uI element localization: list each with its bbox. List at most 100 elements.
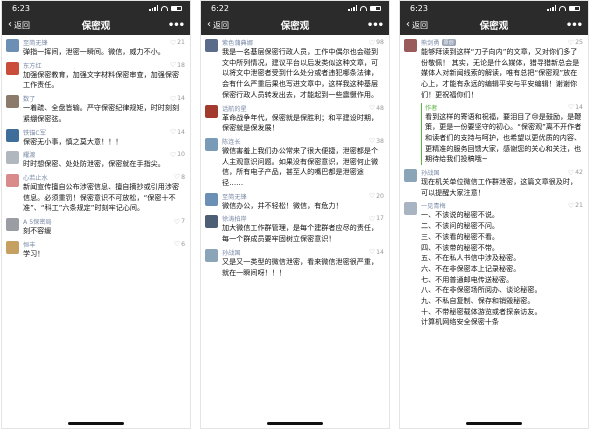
like-count: 8 [181,173,185,181]
avatar[interactable] [404,202,417,216]
wifi-icon [161,5,168,11]
avatar[interactable] [6,95,19,109]
like-button[interactable]: ♡ 10 [170,151,185,159]
chevron-left-icon: ‹ [406,19,410,30]
like-button[interactable]: ♡ 48 [369,104,384,112]
like-button[interactable]: ♡ 20 [369,192,384,200]
reply-text: 看到这样的寄语和祝福，要泪目了😢是鼓励，是鞭策，更是一份要坚守的初心。“保密观”… [425,111,582,164]
avatar[interactable] [6,61,19,75]
comment-body: 至简无锋 ♡ 20 微信办公，并不轻松！微信，有危力！ [222,192,384,212]
like-count: 98 [376,39,384,46]
like-button[interactable]: ♡ 21 [568,202,583,210]
comment-header: 一见青梅 ♡ 21 [421,201,583,211]
comment-item: 熊剑勇 原创 ♡ 25 能够拜读到这样“刀子向内”的文章，又对你们多了份敬佩！ 其实，无… [404,35,583,166]
wifi-icon [559,5,566,11]
commenter-name[interactable]: 紫色蒲典娜 [222,38,253,47]
more-options-button[interactable]: ••• [367,20,384,31]
comment-item: 孙战国 ♡ 42 现在机关单位微信工作群泄密，这篇文章很及时，可以提醒大家注意！ [404,165,583,198]
like-button[interactable]: ♡ 8 [174,173,185,181]
status-bar: 6:23 [2,1,190,15]
avatar[interactable] [6,173,19,187]
avatar[interactable] [6,151,19,165]
commenter-name[interactable]: A 5保密局 [23,217,52,226]
avatar[interactable] [205,192,218,206]
like-button[interactable]: ♡ 18 [170,61,185,69]
commenter-name[interactable]: 孙战国 [222,248,241,257]
avatar[interactable] [205,137,218,151]
like-button[interactable]: ♡ 6 [174,240,185,248]
commenter-name[interactable]: 徐涛拍岸 [222,214,247,223]
more-options-button[interactable]: ••• [566,20,583,31]
author-reply: 作者 ♡ 14 看到这样的寄语和祝福，要泪目了😢是鼓励，是鞭策，更是一份要坚守的初心。… [421,102,583,166]
comment-header: 徐涛拍岸 ♡ 17 [222,214,384,224]
commenter-name[interactable]: 熊剑勇 [421,38,440,47]
page-title: 保密观 [479,21,509,32]
comment-item: A 5保密局 ♡ 7 刻不容缓 [6,214,185,237]
status-icons [547,5,580,11]
like-count: 14 [376,248,384,256]
comment-text: 一、不该说的秘密不说。 二、不该问的秘密不问。 三、不该看的秘密不看。 四、不该… [421,210,542,327]
comment-item: 孙战国 ♡ 14 又是又一类型的微信泄密，看来微信泄密很严重，就在一瞬间呀！！！ [205,245,384,278]
like-button[interactable]: ♡ 17 [369,215,384,223]
avatar[interactable] [6,240,19,254]
like-button[interactable]: ♡ 21 [170,39,185,47]
like-button[interactable]: ♡ 14 [170,128,185,136]
like-button[interactable]: ♡ 98 [369,39,384,47]
like-count: 48 [376,104,384,112]
like-button[interactable]: ♡ 7 [174,218,185,226]
heart-icon: ♡ [567,103,575,112]
avatar[interactable] [404,39,417,52]
back-button[interactable]: ‹ 返回 [207,20,229,31]
commenter-name[interactable]: 话航的星 [222,104,247,113]
comment-body: 至简无锋 ♡ 21 弹指一挥间，泄密一瞬间。微信，威力不小。 [23,38,185,58]
like-button[interactable]: ♡ 14 [369,248,384,256]
commenter-name[interactable]: 东方红 [23,61,42,70]
avatar[interactable] [6,39,19,52]
comment-text: 时时想保密、处处防泄密，保密就在手指尖。 [23,159,165,169]
heart-icon: ♡ [368,192,376,201]
heart-icon: ♡ [567,168,575,177]
commenter-name[interactable]: 铁锚C军 [23,128,46,137]
avatar[interactable] [205,39,218,52]
avatar[interactable] [205,248,218,262]
back-button[interactable]: ‹ 返回 [8,20,30,31]
chevron-left-icon: ‹ [207,19,211,30]
commenter-name[interactable]: 孙战国 [421,168,440,177]
comment-body: 孙战国 ♡ 42 现在机关单位微信工作群泄密，这篇文章很及时，可以提醒大家注意！ [421,168,583,198]
comment-header: 恒丰 ♡ 6 [23,240,185,249]
commenter-name[interactable]: 一见青梅 [421,201,446,210]
battery-icon [569,5,580,11]
comment-body: 话航的星 ♡ 48 革命战争年代，保密就是保胜利；和平建设时期，保密就是保发展！ [222,104,384,134]
commenter-name[interactable]: 至简无锋 [23,38,48,47]
avatar[interactable] [205,215,218,229]
commenter-name[interactable]: 陈连长 [222,137,241,146]
avatar[interactable] [404,169,417,183]
comment-header: 孙战国 ♡ 42 [421,168,583,178]
comment-text: 保密无小事，慎之莫大意！！！ [23,136,123,146]
more-options-button[interactable]: ••• [168,20,185,31]
comment-item: 一见青梅 ♡ 21 一、不该说的秘密不说。 二、不该问的秘密不问。 三、不该看的秘密不… [404,198,583,328]
avatar[interactable] [6,128,19,142]
comment-item: 至简无锋 ♡ 21 弹指一挥间，泄密一瞬间。微信，威力不小。 [6,35,185,58]
avatar[interactable] [6,218,19,232]
commenter-name[interactable]: 恒丰 [23,240,35,249]
avatar[interactable] [205,104,218,118]
comment-item: 东方红 ♡ 18 加强保密教育，加强文字材料保密审查，加强保密工作责任。 [6,58,185,91]
comment-item: 话航的星 ♡ 48 革命战争年代，保密就是保胜利；和平建设时期，保密就是保发展！ [205,101,384,134]
back-button[interactable]: ‹ 返回 [406,20,428,31]
like-button[interactable]: ♡ 42 [568,169,583,177]
reply-like-button[interactable]: ♡ 14 [568,103,583,111]
page-title: 保密观 [81,21,111,32]
comment-list: 紫色蒲典娜 ♡ 98 我是一名基层保密行政人员，工作中偶尔也会碰到文中所列情况，建议平… [201,35,389,278]
like-button[interactable]: ♡ 25 [568,39,583,47]
commenter-name[interactable]: 至简无锋 [222,192,247,201]
chevron-left-icon: ‹ [8,19,12,30]
like-button[interactable]: ♡ 38 [369,137,384,145]
comment-body: 心若止水 ♡ 8 新闻宣传擅自公布涉密信息、擅自摘抄或引用涉密信息。必须重罚！保密意识… [23,173,185,214]
like-button[interactable]: ♡ 14 [170,95,185,103]
commenter-name[interactable]: 数了 [23,94,35,103]
comment-body: 一见青梅 ♡ 21 一、不该说的秘密不说。 二、不该问的秘密不问。 三、不该看的秘密不… [421,201,583,328]
commenter-name[interactable]: 心若止水 [23,173,48,182]
comment-body: 陈连长 ♡ 38 微信害羞上我们办公常来了很大便捷，泄密都是个人主观意识问题。如果没有… [222,137,384,189]
commenter-name[interactable]: 耀渡 [23,150,35,159]
